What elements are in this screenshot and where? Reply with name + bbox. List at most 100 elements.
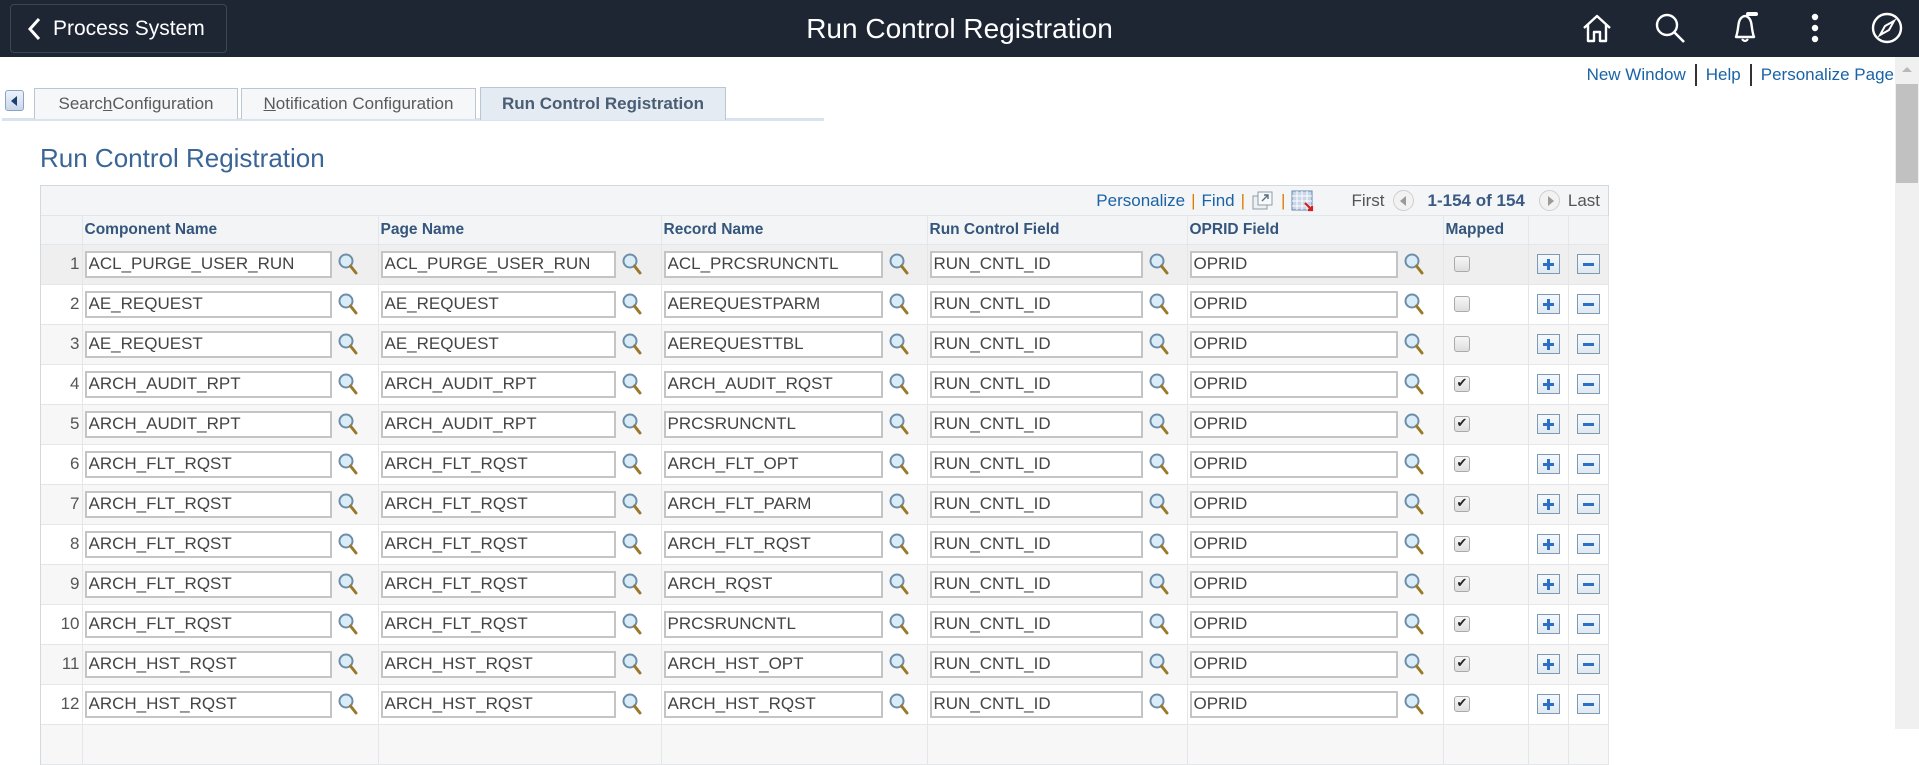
mapped-checkbox[interactable] [1453, 575, 1470, 592]
lookup-icon[interactable] [1148, 652, 1172, 676]
run-control-field-input[interactable] [929, 530, 1143, 558]
lookup-icon[interactable] [337, 692, 361, 716]
page-name-input[interactable] [380, 370, 616, 398]
lookup-icon[interactable] [1403, 252, 1427, 276]
page-name-input[interactable] [380, 490, 616, 518]
record-name-input[interactable] [663, 410, 883, 438]
lookup-icon[interactable] [621, 532, 645, 556]
personalize-page-link[interactable]: Personalize Page [1761, 65, 1894, 85]
component-name-input[interactable] [84, 690, 332, 718]
run-control-field-input[interactable] [929, 410, 1143, 438]
run-control-field-input[interactable] [929, 570, 1143, 598]
lookup-icon[interactable] [1403, 452, 1427, 476]
view-all-icon[interactable] [1251, 189, 1275, 213]
add-row-button[interactable] [1536, 454, 1560, 474]
add-row-button[interactable] [1536, 534, 1560, 554]
lookup-icon[interactable] [1403, 652, 1427, 676]
page-name-input[interactable] [380, 410, 616, 438]
lookup-icon[interactable] [1148, 692, 1172, 716]
collapse-tabs-icon[interactable] [5, 90, 24, 111]
oprid-field-input[interactable] [1189, 570, 1398, 598]
navbar-compass-icon[interactable] [1869, 10, 1905, 46]
record-name-input[interactable] [663, 690, 883, 718]
page-name-input[interactable] [380, 610, 616, 638]
add-row-button[interactable] [1536, 334, 1560, 354]
page-name-input[interactable] [380, 650, 616, 678]
lookup-icon[interactable] [1403, 332, 1427, 356]
lookup-icon[interactable] [888, 652, 912, 676]
delete-row-button[interactable] [1576, 254, 1600, 274]
help-link[interactable]: Help [1706, 65, 1741, 85]
delete-row-button[interactable] [1576, 614, 1600, 634]
oprid-field-input[interactable] [1189, 650, 1398, 678]
home-icon[interactable] [1579, 10, 1615, 46]
lookup-icon[interactable] [621, 572, 645, 596]
oprid-field-input[interactable] [1189, 370, 1398, 398]
scroll-up-arrow-icon[interactable] [1902, 67, 1912, 72]
lookup-icon[interactable] [1403, 412, 1427, 436]
lookup-icon[interactable] [888, 492, 912, 516]
lookup-icon[interactable] [621, 692, 645, 716]
add-row-button[interactable] [1536, 574, 1560, 594]
lookup-icon[interactable] [621, 372, 645, 396]
page-name-input[interactable] [380, 330, 616, 358]
oprid-field-input[interactable] [1189, 690, 1398, 718]
component-name-input[interactable] [84, 250, 332, 278]
add-row-button[interactable] [1536, 694, 1560, 714]
lookup-icon[interactable] [888, 612, 912, 636]
actions-menu-icon[interactable] [1797, 10, 1833, 46]
component-name-input[interactable] [84, 330, 332, 358]
lookup-icon[interactable] [1403, 572, 1427, 596]
component-name-input[interactable] [84, 370, 332, 398]
lookup-icon[interactable] [888, 372, 912, 396]
column-header-run-control-field[interactable]: Run Control Field [927, 216, 1188, 245]
lookup-icon[interactable] [888, 532, 912, 556]
component-name-input[interactable] [84, 570, 332, 598]
vertical-scrollbar[interactable] [1895, 57, 1919, 729]
lookup-icon[interactable] [1403, 292, 1427, 316]
lookup-icon[interactable] [888, 452, 912, 476]
mapped-checkbox[interactable] [1453, 256, 1470, 272]
next-page-icon[interactable] [1538, 190, 1560, 211]
back-button[interactable]: Process System [10, 4, 227, 53]
lookup-icon[interactable] [337, 452, 361, 476]
download-to-spreadsheet-icon[interactable] [1291, 189, 1315, 213]
add-row-button[interactable] [1536, 254, 1560, 274]
record-name-input[interactable] [663, 610, 883, 638]
column-header-oprid-field[interactable]: OPRID Field [1187, 216, 1444, 245]
oprid-field-input[interactable] [1189, 610, 1398, 638]
lookup-icon[interactable] [621, 332, 645, 356]
record-name-input[interactable] [663, 450, 883, 478]
add-row-button[interactable] [1536, 294, 1560, 314]
run-control-field-input[interactable] [929, 610, 1143, 638]
mapped-checkbox[interactable] [1453, 615, 1470, 632]
component-name-input[interactable] [84, 290, 332, 318]
delete-row-button[interactable] [1576, 694, 1600, 714]
lookup-icon[interactable] [888, 572, 912, 596]
search-icon[interactable] [1652, 10, 1688, 46]
lookup-icon[interactable] [621, 612, 645, 636]
run-control-field-input[interactable] [929, 690, 1143, 718]
page-name-input[interactable] [380, 690, 616, 718]
add-row-button[interactable] [1536, 414, 1560, 434]
lookup-icon[interactable] [337, 572, 361, 596]
component-name-input[interactable] [84, 650, 332, 678]
run-control-field-input[interactable] [929, 370, 1143, 398]
record-name-input[interactable] [663, 250, 883, 278]
delete-row-button[interactable] [1576, 414, 1600, 434]
component-name-input[interactable] [84, 490, 332, 518]
lookup-icon[interactable] [1403, 612, 1427, 636]
component-name-input[interactable] [84, 410, 332, 438]
oprid-field-input[interactable] [1189, 290, 1398, 318]
lookup-icon[interactable] [621, 452, 645, 476]
run-control-field-input[interactable] [929, 290, 1143, 318]
lookup-icon[interactable] [621, 412, 645, 436]
lookup-icon[interactable] [1403, 372, 1427, 396]
lookup-icon[interactable] [1148, 572, 1172, 596]
oprid-field-input[interactable] [1189, 450, 1398, 478]
lookup-icon[interactable] [1148, 532, 1172, 556]
delete-row-button[interactable] [1576, 334, 1600, 354]
oprid-field-input[interactable] [1189, 250, 1398, 278]
previous-page-icon[interactable] [1392, 190, 1414, 211]
lookup-icon[interactable] [888, 252, 912, 276]
